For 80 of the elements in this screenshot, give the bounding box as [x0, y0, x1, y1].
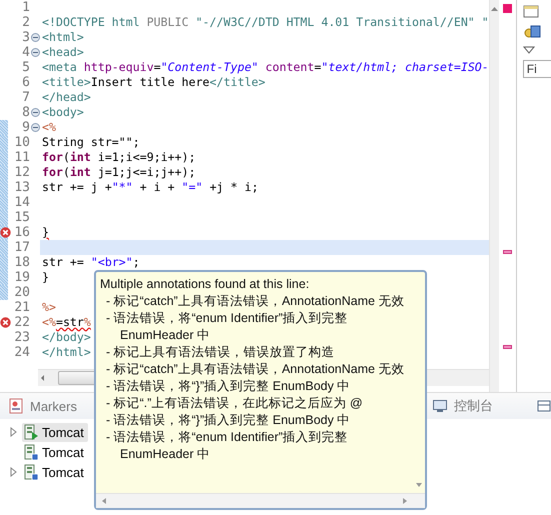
annotation-message: - 标记“.”上有语法错误，在此标记之后应为 @ — [105, 395, 364, 412]
code-line: <head> — [42, 45, 84, 60]
line-number: 8 — [21, 105, 30, 120]
scroll-left-icon[interactable] — [100, 497, 108, 505]
annotation-message: - 语法错误，将“enum Identifier”插入到完整 EnumHeader 中 — [105, 310, 349, 344]
line-number: 15 — [13, 210, 30, 225]
line-number: 11 — [13, 150, 30, 165]
line-number: 21 — [13, 300, 30, 315]
scroll-down-icon[interactable] — [415, 481, 423, 489]
line-number: 1 — [21, 0, 30, 15]
line-number: 22 — [13, 315, 30, 330]
line-number: 16 — [13, 225, 30, 240]
line-number: 14 — [13, 195, 30, 210]
server-item[interactable]: Tomcat — [22, 442, 88, 462]
server-item[interactable]: Tomcat — [22, 462, 88, 482]
line-number: 4 — [21, 45, 30, 60]
fold-icon[interactable] — [31, 48, 40, 57]
annotation-message: - 标记上具有语法错误，错误放置了构造 — [105, 344, 336, 361]
code-line: str += "<br>"; — [42, 255, 140, 270]
annotation-message: - 语法错误，将“}”插入到完整 EnumBody 中 — [105, 412, 352, 429]
tooltip-scrollbar[interactable] — [96, 493, 425, 508]
server-icon — [24, 444, 39, 460]
code-line: String str=""; — [42, 135, 140, 150]
error-status-icon — [502, 4, 512, 13]
panel-tab[interactable]: Markers — [4, 398, 81, 414]
line-number: 10 — [13, 135, 30, 150]
server-icon — [24, 464, 39, 480]
expand-icon[interactable] — [8, 467, 18, 477]
server-item[interactable]: Tomcat — [22, 422, 88, 442]
line-number: 3 — [21, 30, 30, 45]
code-line: for(int i=1;i<=9;i++); — [42, 150, 196, 165]
code-line: } — [42, 270, 49, 285]
code-line: </head> — [42, 90, 91, 105]
annotation-message: - 语法错误，将“enum Identifier”插入到完整 EnumHeader 中 — [105, 429, 349, 463]
monitor-icon — [432, 398, 448, 414]
line-number: 5 — [21, 60, 30, 75]
tooltip-title: Multiple annotations found at this line: — [100, 276, 310, 293]
window-icon[interactable] — [522, 4, 539, 18]
line-number: 12 — [13, 165, 30, 180]
line-number: 18 — [13, 255, 30, 270]
annotation-message: - 标记“catch”上具有语法错误，AnnotationName 无效 — [105, 361, 406, 378]
expand-icon[interactable] — [8, 427, 18, 437]
line-number: 20 — [13, 285, 30, 300]
line-number: 23 — [13, 330, 30, 345]
fold-icon[interactable] — [31, 123, 40, 132]
code-line: </html> — [42, 345, 91, 360]
server-icon — [24, 424, 39, 440]
line-number: 9 — [21, 120, 30, 135]
code-line: <title>Insert title here</title> — [42, 75, 266, 90]
line-number: 2 — [21, 15, 30, 30]
code-line: %> — [42, 300, 56, 315]
scroll-up-icon[interactable] — [490, 6, 499, 12]
dropdown-icon[interactable] — [522, 46, 535, 54]
fold-icon[interactable] — [31, 108, 40, 117]
code-line: <!DOCTYPE html PUBLIC "-//W3C//DTD HTML 4.01 Transitional//EN" " — [42, 15, 489, 30]
line-number: 17 — [13, 240, 30, 255]
line-number: 6 — [21, 75, 30, 90]
markers-icon — [8, 398, 24, 414]
code-line: str += j +"*" + i + "=" +j * i; — [42, 180, 258, 195]
code-line: <% — [42, 120, 56, 135]
code-line: <%=str% — [42, 315, 91, 330]
scroll-right-icon[interactable] — [401, 497, 409, 505]
window-icon[interactable] — [537, 399, 551, 413]
panel-tab[interactable]: 控制台 — [428, 397, 497, 415]
code-line: <meta http-equiv="Content-Type" content="text/html; charset=ISO- — [42, 60, 489, 75]
error-mark[interactable] — [502, 344, 512, 348]
code-line: for(int j=1;j<=i;j++); — [42, 165, 196, 180]
fold-icon[interactable] — [31, 33, 40, 42]
line-number: 13 — [13, 180, 30, 195]
line-number: 24 — [13, 345, 30, 360]
code-line: } — [42, 225, 49, 240]
error-mark[interactable] — [502, 250, 512, 254]
code-line: </body> — [42, 330, 91, 345]
filter-field[interactable]: Fi — [522, 60, 551, 78]
line-number: 7 — [21, 90, 30, 105]
code-line: <html> — [42, 30, 84, 45]
annotation-message: - 语法错误，将“}”插入到完整 EnumBody 中 — [105, 378, 352, 395]
code-line: <body> — [42, 105, 84, 120]
annotation-message: - 标记“catch”上具有语法错误，AnnotationName 无效 — [105, 293, 406, 310]
line-number: 19 — [13, 270, 30, 285]
